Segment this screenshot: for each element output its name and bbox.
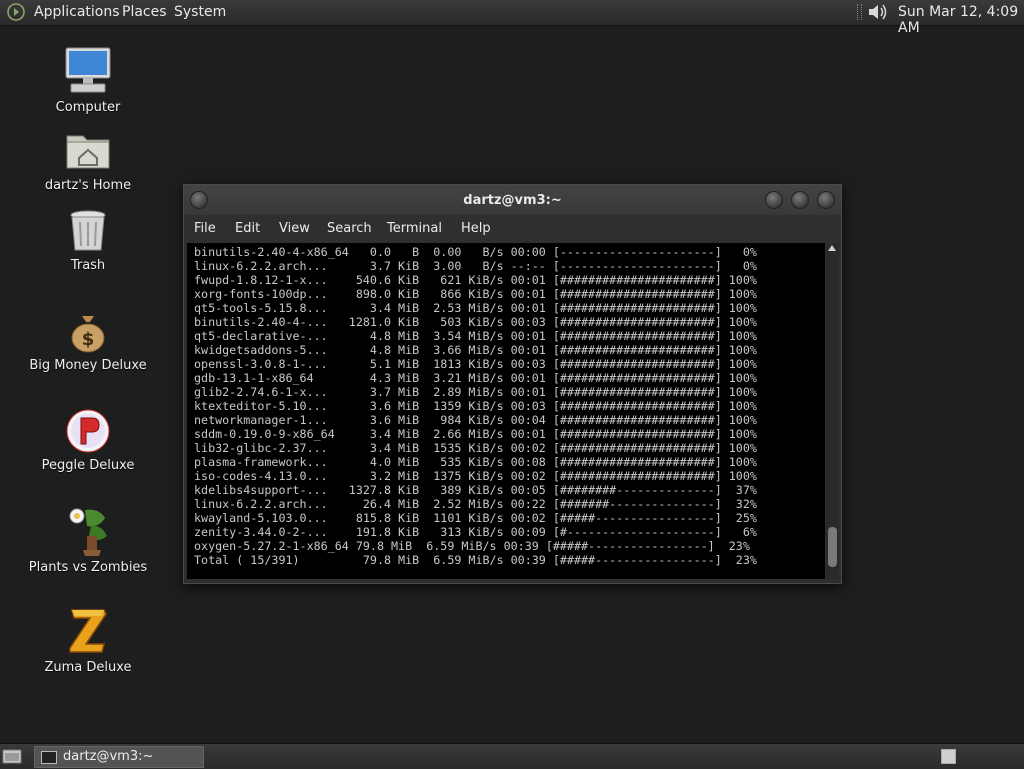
menu-file[interactable]: File	[194, 221, 216, 236]
terminal-line: kwidgetsaddons-5... 4.8 MiB 3.66 MiB/s 0…	[194, 343, 757, 357]
terminal-output[interactable]: binutils-2.40-4-x86_64 0.0 B 0.00 B/s 00…	[187, 243, 825, 579]
terminal-icon	[41, 751, 57, 764]
terminal-line: sddm-0.19.0-9-x86_64 3.4 MiB 2.66 MiB/s …	[194, 427, 757, 441]
terminal-line: xorg-fonts-100dp... 898.0 KiB 866 KiB/s …	[194, 287, 757, 301]
desktop-icon-label: Plants vs Zombies	[28, 560, 148, 575]
desktop-icon-zuma[interactable]: Zuma Deluxe	[18, 606, 158, 675]
scroll-up-arrow-icon[interactable]	[828, 245, 836, 251]
terminal-line: Total ( 15/391) 79.8 MiB 6.59 MiB/s 00:3…	[194, 553, 757, 567]
taskbar-terminal-button[interactable]: dartz@vm3:~	[34, 746, 204, 768]
terminal-line: iso-codes-4.13.0... 3.2 MiB 1375 KiB/s 0…	[194, 469, 757, 483]
terminal-line: binutils-2.40-4-... 1281.0 KiB 503 KiB/s…	[194, 315, 757, 329]
menu-help[interactable]: Help	[461, 221, 491, 236]
terminal-window: dartz@vm3:~ File Edit View Search Termin…	[183, 184, 842, 584]
terminal-line: linux-6.2.2.arch... 26.4 MiB 2.52 MiB/s …	[194, 497, 757, 511]
terminal-line: binutils-2.40-4-x86_64 0.0 B 0.00 B/s 00…	[194, 245, 757, 259]
desktop-icon-big-money[interactable]: $ Big Money Deluxe	[18, 310, 158, 373]
menu-view[interactable]: View	[279, 221, 310, 236]
money-bag-icon: $	[71, 316, 105, 353]
terminal-line: qt5-tools-5.15.8... 3.4 MiB 2.53 MiB/s 0…	[194, 301, 757, 315]
home-folder-icon	[66, 135, 110, 169]
scrollbar-thumb[interactable]	[828, 527, 837, 567]
terminal-line: networkmanager-1... 3.6 MiB 984 KiB/s 00…	[194, 413, 757, 427]
places-menu[interactable]: Places	[122, 4, 167, 20]
window-title: dartz@vm3:~	[463, 193, 562, 208]
terminal-line: zenity-3.44.0-2-... 191.8 KiB 313 KiB/s …	[194, 525, 757, 539]
terminal-line: kwayland-5.103.0... 815.8 KiB 1101 KiB/s…	[194, 511, 757, 525]
terminal-line: linux-6.2.2.arch... 3.7 KiB 3.00 B/s --:…	[194, 259, 757, 273]
desktop-icon-home[interactable]: dartz's Home	[18, 128, 158, 193]
terminal-line: fwupd-1.8.12-1-x... 540.6 KiB 621 KiB/s …	[194, 273, 757, 287]
desktop-icon-trash[interactable]: Trash	[18, 208, 158, 273]
menu-search[interactable]: Search	[327, 221, 372, 236]
trash-icon	[70, 210, 106, 251]
terminal-line: plasma-framework... 4.0 MiB 535 KiB/s 00…	[194, 455, 757, 469]
applications-menu[interactable]: Applications	[34, 4, 120, 20]
terminal-line: glib2-2.74.6-1-x... 3.7 MiB 2.89 MiB/s 0…	[194, 385, 757, 399]
desktop-icon-plants-vs-zombies[interactable]: Plants vs Zombies	[18, 506, 158, 575]
zuma-icon	[69, 609, 107, 653]
speaker-icon[interactable]	[866, 2, 890, 22]
terminal-line: kdelibs4support-... 1327.8 KiB 389 KiB/s…	[194, 483, 757, 497]
desktop-icon-label: Trash	[70, 258, 106, 273]
menu-terminal[interactable]: Terminal	[387, 221, 442, 236]
terminal-line: ktexteditor-5.10... 3.6 MiB 1359 KiB/s 0…	[194, 399, 757, 413]
svg-text:$: $	[82, 329, 95, 350]
terminal-line: openssl-3.0.8-1-... 5.1 MiB 1813 KiB/s 0…	[194, 357, 757, 371]
maximize-button[interactable]	[791, 191, 809, 209]
minimize-button[interactable]	[765, 191, 783, 209]
terminal-line: qt5-declarative-... 4.8 MiB 3.54 MiB/s 0…	[194, 329, 757, 343]
clock[interactable]: Sun Mar 12, 4:09 AM	[898, 4, 1024, 36]
menu-edit[interactable]: Edit	[235, 221, 260, 236]
workspace-switcher-icon[interactable]	[941, 749, 956, 764]
terminal-line: oxygen-5.27.2-1-x86_64 79.8 MiB 6.59 MiB…	[194, 539, 750, 553]
peggle-icon	[66, 409, 110, 453]
terminal-menubar: File Edit View Search Terminal Help	[184, 215, 841, 243]
taskbar-label: dartz@vm3:~	[63, 749, 154, 764]
desktop-icon-label: dartz's Home	[44, 178, 132, 193]
gnome-foot-icon[interactable]	[6, 3, 26, 21]
close-button[interactable]	[817, 191, 835, 209]
desktop-icon-peggle[interactable]: Peggle Deluxe	[18, 408, 158, 473]
panel-handle[interactable]	[857, 4, 862, 20]
desktop-icon-label: Computer	[55, 100, 121, 115]
bottom-panel: dartz@vm3:~	[0, 743, 1024, 769]
terminal-line: lib32-glibc-2.37... 3.4 MiB 1535 KiB/s 0…	[194, 441, 757, 455]
top-panel: Applications Places System Sun Mar 12, 4…	[0, 0, 1024, 36]
desktop-icon-label: Peggle Deluxe	[41, 458, 135, 473]
terminal-scrollbar[interactable]	[826, 243, 839, 579]
window-titlebar[interactable]: dartz@vm3:~	[184, 185, 841, 215]
desktop-icon-computer[interactable]: Computer	[18, 46, 158, 115]
system-menu[interactable]: System	[174, 4, 226, 20]
terminal-line: gdb-13.1-1-x86_64 4.3 MiB 3.21 MiB/s 00:…	[194, 371, 757, 385]
plants-vs-zombies-icon	[69, 508, 107, 556]
desktop-icon-label: Zuma Deluxe	[44, 660, 132, 675]
computer-icon	[65, 47, 111, 93]
desktop-icon-label: Big Money Deluxe	[29, 358, 147, 373]
show-desktop-icon[interactable]	[2, 747, 22, 765]
terminal-lines: binutils-2.40-4-x86_64 0.0 B 0.00 B/s 00…	[194, 245, 757, 567]
